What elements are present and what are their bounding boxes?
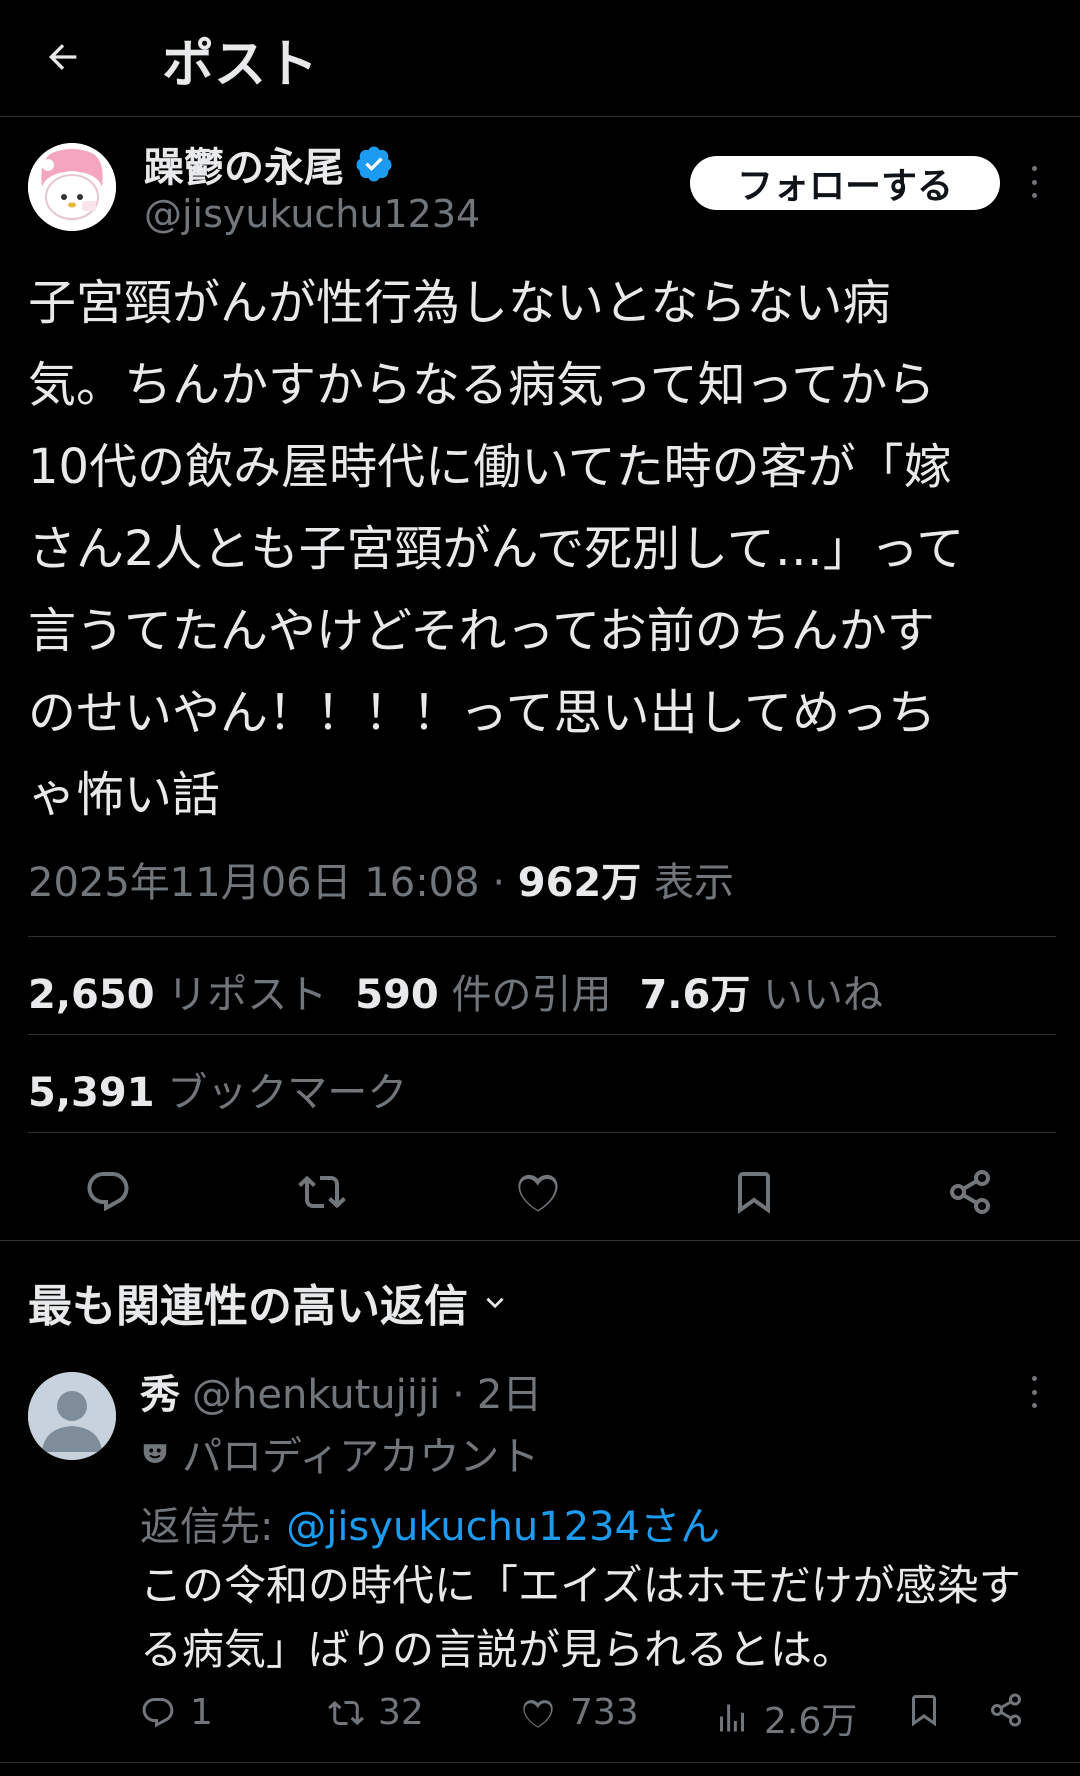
section-divider — [0, 1240, 1080, 1241]
author-display-name[interactable]: 躁鬱の永尾 — [144, 135, 394, 193]
reply-sort-dropdown[interactable]: 最も関連性の高い返信 — [28, 1270, 508, 1334]
reply-time[interactable]: 2日 — [477, 1362, 542, 1420]
tweet-meta: 2025年11月06日 16:08 · 962万 表示 — [28, 850, 734, 908]
like-icon — [523, 1699, 553, 1728]
reply-repost-button[interactable]: 32 — [328, 1692, 424, 1733]
author-name-text[interactable]: 躁鬱の永尾 — [144, 135, 344, 193]
back-arrow-icon[interactable] — [36, 30, 90, 84]
reposts-count: 2,650 — [28, 972, 155, 1018]
bookmarks-stats: 5,391 ブックマーク — [28, 1060, 407, 1118]
reply-like-button[interactable]: 733 — [520, 1692, 639, 1733]
parody-label-row: パロディアカウント — [140, 1424, 539, 1482]
likes-label: いいね — [763, 972, 884, 1018]
reply-display-name[interactable]: 秀 — [140, 1362, 180, 1420]
top-bar: ポスト — [0, 0, 1080, 117]
replying-to-label: 返信先: — [140, 1504, 287, 1550]
sort-label: 最も関連性の高い返信 — [28, 1281, 468, 1332]
likes-count: 7.6万 — [639, 972, 751, 1018]
section-divider — [0, 1762, 1080, 1763]
reply-views-button[interactable]: 2.6万 — [714, 1692, 857, 1744]
bookmarks-label: ブックマーク — [167, 1070, 408, 1116]
engagement-stats: 2,650 リポスト 590 件の引用 7.6万 いいね — [28, 962, 883, 1020]
reply-reply-button[interactable]: 1 — [140, 1692, 213, 1733]
repost-icon — [328, 1700, 364, 1725]
bookmark-icon[interactable] — [730, 1168, 778, 1216]
bookmark-icon — [912, 1695, 936, 1727]
reply-repost-count: 32 — [378, 1692, 424, 1733]
page-title: ポスト — [162, 35, 319, 95]
reply-view-count: 2.6万 — [764, 1701, 858, 1742]
share-icon — [991, 1693, 1021, 1727]
follow-button[interactable]: フォローする — [690, 156, 1000, 210]
likes-stat[interactable]: 7.6万 いいね — [639, 962, 883, 1020]
tweet-text: 子宮頸がんが性行為しないとならない病 気。ちんかすからなる病気って知ってから 1… — [28, 275, 965, 823]
reply-separator: · — [452, 1372, 465, 1418]
reposts-label: リポスト — [167, 972, 328, 1018]
divider — [28, 936, 1056, 937]
replying-to: 返信先: @jisyukuchu1234さん — [140, 1494, 720, 1552]
analytics-icon — [720, 1704, 744, 1732]
reply-share-button[interactable] — [988, 1692, 1024, 1728]
reply-header: 秀 @henkutujiji · 2日 — [140, 1362, 542, 1420]
parody-label: パロディアカウント — [182, 1434, 540, 1480]
author-handle[interactable]: @jisyukuchu1234 — [144, 192, 480, 236]
reply-like-count: 733 — [570, 1692, 639, 1733]
views-label: 表示 — [653, 860, 734, 906]
reply-avatar[interactable] — [28, 1372, 116, 1460]
reposts-stat[interactable]: 2,650 リポスト — [28, 962, 327, 1020]
more-options-icon[interactable] — [1022, 162, 1046, 202]
like-icon[interactable] — [514, 1168, 562, 1216]
reply-icon[interactable] — [84, 1168, 132, 1216]
reply-icon — [142, 1697, 174, 1728]
share-icon[interactable] — [946, 1168, 994, 1216]
verified-badge-icon — [356, 146, 392, 182]
quotes-stat[interactable]: 590 件の引用 — [355, 962, 611, 1020]
reply-handle[interactable]: @henkutujiji — [192, 1372, 440, 1418]
repost-icon[interactable] — [298, 1168, 346, 1216]
reply-action-bar: 1 32 733 2.6万 — [140, 1692, 1040, 1742]
views-count: 962万 — [517, 860, 642, 906]
meta-separator: · — [492, 860, 506, 906]
quotes-count: 590 — [355, 972, 439, 1018]
divider — [28, 1034, 1056, 1035]
timestamp[interactable]: 2025年11月06日 16:08 — [28, 860, 480, 906]
bookmarks-count: 5,391 — [28, 1070, 155, 1116]
reply-bookmark-button[interactable] — [906, 1692, 942, 1728]
parody-mask-icon — [143, 1444, 167, 1463]
chevron-down-icon — [486, 1297, 504, 1309]
replying-to-mention[interactable]: @jisyukuchu1234さん — [286, 1504, 720, 1550]
quotes-label: 件の引用 — [451, 972, 612, 1018]
reply-more-options-icon[interactable] — [1022, 1372, 1046, 1412]
action-bar — [0, 1150, 1080, 1230]
reply-text: この令和の時代に「エイズはホモだけが感染する病気」ばりの言説が見られるとは。 — [140, 1561, 1021, 1674]
bookmarks-stat[interactable]: 5,391 ブックマーク — [28, 1060, 407, 1118]
reply-reply-count: 1 — [190, 1692, 213, 1733]
divider — [28, 1132, 1056, 1133]
author-avatar[interactable] — [28, 143, 116, 231]
